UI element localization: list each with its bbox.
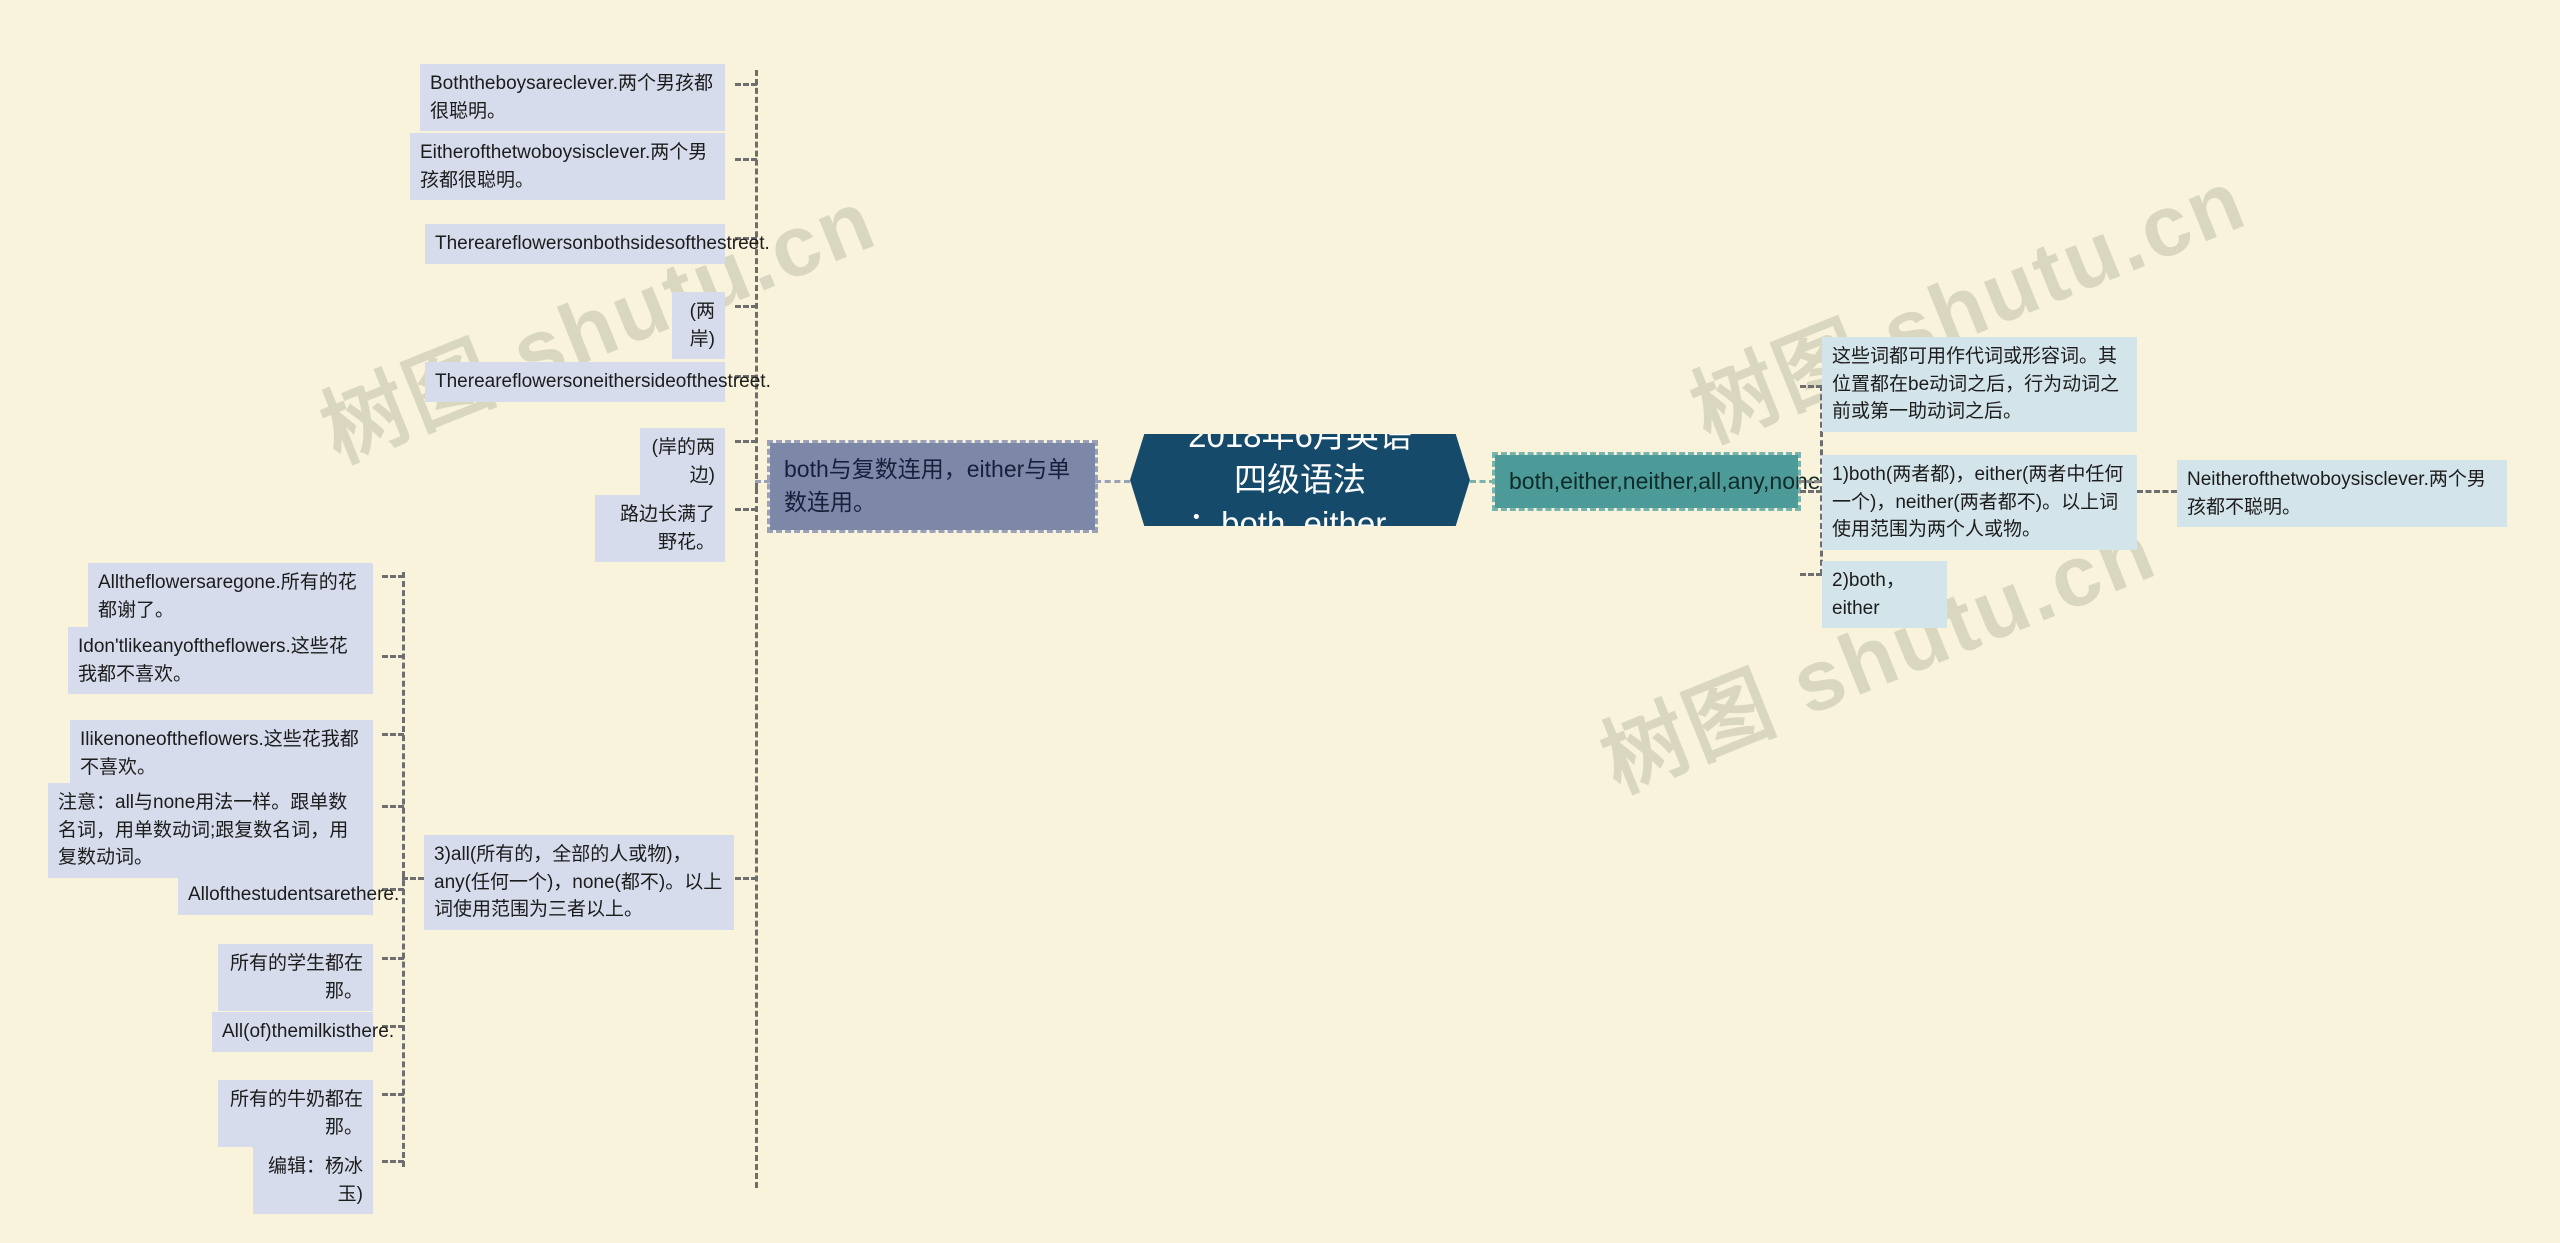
leaf-node[interactable]: Boththeboysareclever.两个男孩都很聪明。 — [420, 64, 725, 132]
left-mid-node[interactable]: 3)all(所有的，全部的人或物)，any(任何一个)，none(都不)。以上词… — [424, 835, 734, 930]
connector-leaf — [382, 655, 404, 658]
leaf-node[interactable]: 注意：all与none用法一样。跟单数名词，用单数动词;跟复数名词，用复数动词。 — [48, 783, 373, 878]
leaf-text: Ilikenoneoftheflowers.这些花我都不喜欢。 — [80, 729, 359, 778]
leaf-node[interactable]: Idon'tlikeanyoftheflowers.这些花我都不喜欢。 — [68, 627, 373, 695]
leaf-text: 1)both(两者都)，either(两者中任何一个)，neither(两者都不… — [1832, 464, 2124, 541]
connector-leaf — [735, 83, 757, 86]
leaf-text: Neitherofthetwoboysisclever.两个男孩都不聪明。 — [2187, 469, 2486, 518]
leaf-text: 路边长满了野花。 — [619, 504, 715, 553]
leaf-node[interactable]: Eitherofthetwoboysisclever.两个男孩都很聪明。 — [410, 133, 725, 201]
connector-leaf — [735, 440, 757, 443]
leaf-node[interactable]: 1)both(两者都)，either(两者中任何一个)，neither(两者都不… — [1822, 455, 2137, 550]
connector-lower-spine-to-allnode — [402, 877, 424, 880]
right-branch-label: both,either,neither,all,any,none — [1509, 468, 1821, 494]
central-title-line1: 2018年6月英语四级语法 — [1188, 416, 1412, 498]
leaf-text: 编辑：杨冰玉) — [267, 1156, 363, 1205]
leaf-node[interactable]: 编辑：杨冰玉) — [253, 1147, 373, 1215]
left-mid-node-text: 3)all(所有的，全部的人或物)，any(任何一个)，none(都不)。以上词… — [434, 844, 723, 921]
connector-allnode-to-left-spine — [735, 877, 757, 880]
connector-right-far — [2137, 490, 2177, 493]
leaf-text: 这些词都可用作代词或形容词。其位置都在be动词之后，行为动词之前或第一助动词之后… — [1832, 346, 2120, 423]
watermark: 树图 shutu.cn — [308, 171, 890, 481]
leaf-node[interactable]: Alltheflowersaregone.所有的花都谢了。 — [88, 563, 373, 631]
leaf-text: Eitherofthetwoboysisclever.两个男孩都很聪明。 — [420, 142, 708, 191]
leaf-text: 注意：all与none用法一样。跟单数名词，用单数动词;跟复数名词，用复数动词。 — [58, 792, 349, 869]
connector-left-branch-to-central — [1095, 480, 1130, 483]
left-spine-lower — [755, 488, 758, 1188]
connector-leaf — [1800, 573, 1822, 576]
connector-leaf — [1800, 490, 1822, 493]
leaf-node[interactable]: Allofthestudentsarethere. — [178, 875, 399, 915]
leaf-text: 所有的牛奶都在那。 — [229, 1089, 363, 1138]
leaf-text: 2)both，either — [1832, 570, 1905, 619]
leaf-node[interactable]: Neitherofthetwoboysisclever.两个男孩都不聪明。 — [2177, 460, 2507, 528]
connector-leaf — [382, 575, 404, 578]
leaf-node[interactable]: Thereareflowersonbothsidesofthestreet. — [425, 224, 770, 264]
right-branch-node[interactable]: both,either,neither,all,any,none — [1492, 451, 1821, 512]
leaf-text: Idon'tlikeanyoftheflowers.这些花我都不喜欢。 — [78, 636, 348, 685]
connector-right-branch-to-spine — [1798, 480, 1820, 483]
leaf-node[interactable]: 所有的牛奶都在那。 — [218, 1080, 373, 1148]
connector-leaf — [382, 957, 404, 960]
leaf-node[interactable]: All(of)themilkisthere. — [212, 1012, 394, 1052]
left-spine-upper — [755, 70, 758, 488]
connector-leaf — [382, 733, 404, 736]
leaf-text: (两岸) — [689, 301, 715, 350]
left-branch-node[interactable]: both与复数连用，either与单数连用。 — [767, 440, 1098, 533]
left-branch-label: both与复数连用，either与单数连用。 — [784, 456, 1071, 516]
central-title-line2: ：both, either... — [1188, 505, 1412, 543]
leaf-node[interactable]: 路边长满了野花。 — [595, 495, 725, 563]
leaf-node[interactable]: 这些词都可用作代词或形容词。其位置都在be动词之后，行为动词之前或第一助动词之后… — [1822, 337, 2137, 432]
leaf-text: (岸的两边) — [651, 437, 715, 486]
connector-leaf — [735, 305, 757, 308]
connector-central-to-right-branch — [1470, 480, 1495, 483]
leaf-text: Thereareflowersoneithersideofthestreet. — [435, 371, 771, 392]
leaf-text: Allofthestudentsarethere. — [188, 884, 400, 905]
left-lower-spine — [402, 572, 405, 1167]
leaf-text: 所有的学生都在那。 — [229, 953, 363, 1002]
leaf-node[interactable]: (岸的两边) — [640, 428, 725, 496]
leaf-text: Alltheflowersaregone.所有的花都谢了。 — [98, 572, 357, 621]
central-node[interactable]: 2018年6月英语四级语法 ：both, either... — [1130, 434, 1470, 526]
connector-leaf — [1800, 385, 1822, 388]
leaf-node[interactable]: Thereareflowersoneithersideofthestreet. — [425, 362, 771, 402]
connector-leaf — [735, 158, 757, 161]
mindmap-canvas: 树图 shutu.cn 树图 shutu.cn 树图 shutu.cn Both… — [0, 0, 2560, 1243]
leaf-text: Thereareflowersonbothsidesofthestreet. — [435, 233, 770, 254]
connector-leaf — [382, 1093, 404, 1096]
leaf-text: All(of)themilkisthere. — [222, 1021, 395, 1042]
leaf-node[interactable]: Ilikenoneoftheflowers.这些花我都不喜欢。 — [70, 720, 373, 788]
leaf-node[interactable]: 2)both，either — [1822, 561, 1947, 629]
connector-left-branch-to-spine — [755, 480, 770, 483]
leaf-text: Boththeboysareclever.两个男孩都很聪明。 — [430, 73, 714, 122]
leaf-node[interactable]: 所有的学生都在那。 — [218, 944, 373, 1012]
connector-leaf — [382, 805, 404, 808]
leaf-node[interactable]: (两岸) — [672, 292, 725, 360]
connector-leaf — [735, 508, 757, 511]
connector-leaf — [382, 1160, 404, 1163]
